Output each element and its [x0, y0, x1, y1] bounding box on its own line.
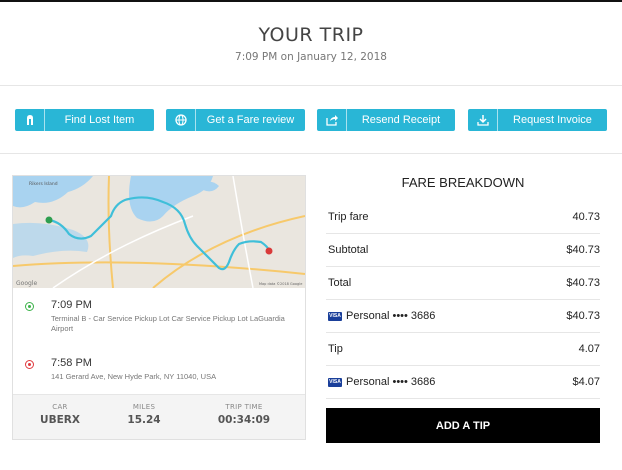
resend-receipt-label: Resend Receipt — [361, 114, 441, 126]
pickup-address: Terminal B - Car Service Pickup Lot Car … — [51, 314, 285, 333]
visa-card-icon: VISA — [328, 311, 342, 321]
add-tip-button[interactable]: ADD A TIP — [326, 408, 600, 443]
fare-row-value: $40.73 — [566, 310, 600, 322]
payment-label: Personal •••• 3686 — [346, 376, 436, 388]
fare-row: Total $40.73 — [326, 267, 600, 300]
google-logo: Google — [16, 280, 37, 287]
page-title: YOUR TRIP — [258, 24, 364, 46]
fare-breakdown-title: FARE BREAKDOWN — [401, 175, 525, 190]
payment-method: VISA Personal •••• 3686 — [328, 310, 435, 322]
stat-value: 15.24 — [127, 414, 161, 426]
pickup-dot-icon — [25, 302, 34, 311]
stat-label: MILES — [132, 403, 156, 411]
find-lost-item-label: Find Lost Item — [64, 114, 135, 126]
fare-review-button[interactable]: Get a Fare review — [166, 109, 305, 131]
globe-icon — [166, 109, 196, 131]
fare-row-value: $4.07 — [572, 376, 600, 388]
payment-method: VISA Personal •••• 3686 — [328, 376, 435, 388]
stat-value: UBERX — [40, 414, 80, 426]
fare-row: VISA Personal •••• 3686 $40.73 — [326, 300, 600, 333]
stat-value: 00:34:09 — [217, 414, 271, 426]
fare-row-label: Trip fare — [328, 211, 369, 223]
fare-row-value: 4.07 — [578, 343, 600, 355]
stat-trip-time: TRIP TIME 00:34:09 — [209, 403, 279, 426]
fare-row-label: Total — [328, 277, 352, 289]
dropoff-dot-icon — [25, 360, 34, 369]
visa-card-icon: VISA — [328, 377, 342, 387]
trip-header: YOUR TRIP 7:09 PM on January 12, 2018 — [0, 2, 622, 86]
fare-row: VISA Personal •••• 3686 $4.07 — [326, 366, 600, 399]
dropoff-address: 141 Gerard Ave, New Hyde Park, NY 11040,… — [51, 372, 217, 381]
find-lost-item-button[interactable]: Find Lost Item — [15, 109, 154, 131]
fare-row: Subtotal $40.73 — [326, 234, 600, 267]
fare-row-label: Subtotal — [328, 244, 369, 256]
pickup-time: 7:09 PM — [51, 299, 92, 311]
fare-row-value: $40.73 — [566, 244, 600, 256]
fare-row: Trip fare 40.73 — [326, 201, 600, 234]
stat-label: CAR — [52, 403, 68, 411]
map-copyright: Map data ©2018 Google — [259, 282, 302, 286]
trip-details-card: Rikers Island Google Map data ©2018 Goog… — [12, 175, 306, 440]
download-icon — [468, 109, 498, 131]
fare-breakdown: FARE BREAKDOWN Trip fare 40.73 Subtotal … — [326, 166, 600, 399]
stat-label: TRIP TIME — [225, 403, 263, 411]
action-bar: Find Lost Item Get a Fare review Resend … — [0, 86, 622, 154]
lost-item-icon — [15, 109, 45, 131]
pickup-marker — [45, 216, 53, 224]
stat-miles: MILES 15.24 — [109, 403, 179, 426]
fare-row: Tip 4.07 — [326, 333, 600, 366]
route-map[interactable]: Rikers Island Google Map data ©2018 Goog… — [13, 176, 305, 288]
stat-car: CAR UBERX — [25, 403, 95, 426]
request-invoice-label: Request Invoice — [513, 114, 592, 126]
fare-row-label: Tip — [328, 343, 343, 355]
trip-datetime: 7:09 PM on January 12, 2018 — [235, 51, 387, 63]
payment-label: Personal •••• 3686 — [346, 310, 436, 322]
dropoff-marker — [265, 247, 273, 255]
resend-receipt-button[interactable]: Resend Receipt — [317, 109, 455, 131]
share-icon — [317, 109, 347, 131]
fare-row-value: 40.73 — [572, 211, 600, 223]
map-place-label: Rikers Island — [29, 181, 58, 187]
fare-row-value: $40.73 — [566, 277, 600, 289]
fare-review-label: Get a Fare review — [206, 114, 295, 126]
trip-stats: CAR UBERX MILES 15.24 TRIP TIME 00:34:09 — [13, 394, 305, 439]
dropoff-time: 7:58 PM — [51, 357, 92, 369]
request-invoice-button[interactable]: Request Invoice — [468, 109, 607, 131]
